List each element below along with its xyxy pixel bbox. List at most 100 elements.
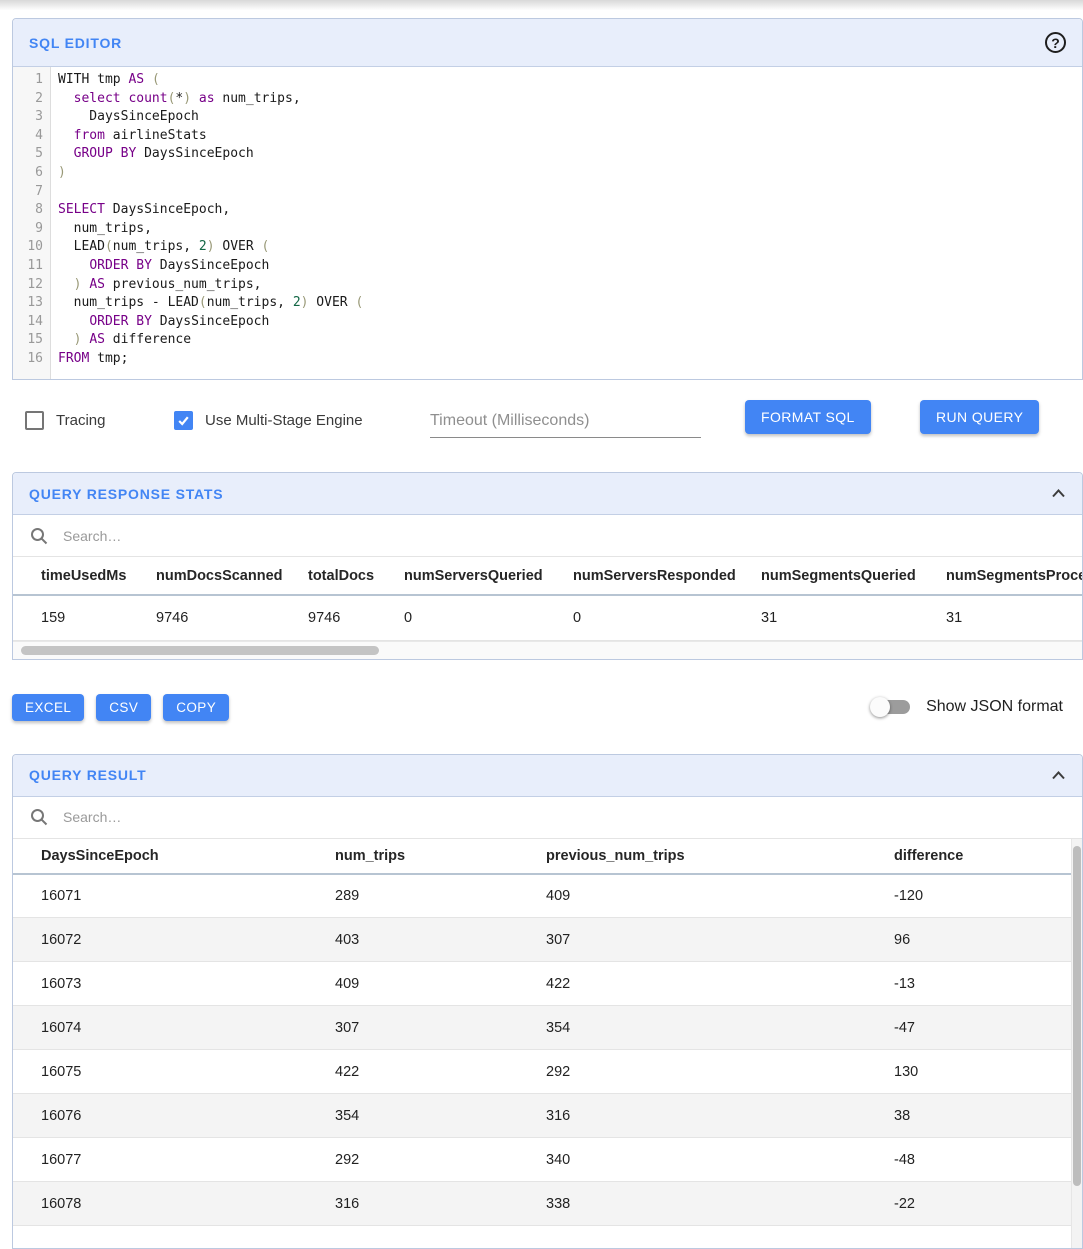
table-cell: 31: [761, 595, 946, 640]
multistage-checkbox-box[interactable]: [174, 411, 193, 430]
table-cell: -120: [894, 874, 1071, 918]
code-line: FROM tmp;: [58, 350, 1082, 369]
line-number: 16: [13, 350, 43, 369]
table-cell: -13: [894, 962, 1071, 1006]
result-title: QUERY RESULT: [29, 767, 146, 783]
stats-search-row: [13, 515, 1082, 557]
line-number: 2: [13, 90, 43, 109]
tracing-checkbox-box[interactable]: [25, 411, 44, 430]
code-line: num_trips,: [58, 220, 1082, 239]
column-header[interactable]: num_trips: [335, 839, 546, 874]
table-row: 16071289409-120: [13, 874, 1071, 918]
column-header[interactable]: previous_num_trips: [546, 839, 894, 874]
line-number: 4: [13, 127, 43, 146]
code-line: WITH tmp AS (: [58, 71, 1082, 90]
horizontal-scrollbar-thumb[interactable]: [21, 646, 379, 655]
code-line: ) AS difference: [58, 331, 1082, 350]
table-cell: 16075: [13, 1050, 335, 1094]
query-response-stats-card: QUERY RESPONSE STATS timeUsedMsnumDocsSc…: [12, 472, 1083, 660]
excel-button[interactable]: EXCEL: [12, 694, 84, 721]
code-line: select count(*) as num_trips,: [58, 90, 1082, 109]
table-cell: 16074: [13, 1006, 335, 1050]
table-cell: 354: [335, 1094, 546, 1138]
table-cell: 307: [546, 918, 894, 962]
table-row: 15997469746003131: [13, 595, 1082, 640]
code-line: SELECT DaysSinceEpoch,: [58, 201, 1082, 220]
timeout-input[interactable]: [430, 408, 701, 438]
column-header[interactable]: totalDocs: [308, 557, 404, 595]
column-header[interactable]: DaysSinceEpoch: [13, 839, 335, 874]
table-cell: 16071: [13, 874, 335, 918]
code-line: num_trips - LEAD(num_trips, 2) OVER (: [58, 294, 1082, 313]
table-cell: 130: [894, 1050, 1071, 1094]
line-number: 1: [13, 71, 43, 90]
collapse-stats-button[interactable]: [1051, 488, 1066, 499]
table-row: 16075422292130: [13, 1050, 1071, 1094]
result-search-input[interactable]: [61, 808, 1066, 826]
table-cell: 316: [335, 1182, 546, 1226]
table-row: 16077292340-48: [13, 1138, 1071, 1182]
copy-button[interactable]: COPY: [163, 694, 229, 721]
column-header[interactable]: numSegmentsQueried: [761, 557, 946, 595]
result-header: QUERY RESULT: [13, 755, 1082, 797]
vertical-scrollbar-thumb[interactable]: [1073, 846, 1081, 1186]
table-cell: 307: [335, 1006, 546, 1050]
line-number: 9: [13, 220, 43, 239]
result-header-row: DaysSinceEpochnum_tripsprevious_num_trip…: [13, 839, 1071, 874]
code-line: from airlineStats: [58, 127, 1082, 146]
column-header[interactable]: timeUsedMs: [13, 557, 156, 595]
line-number: 13: [13, 294, 43, 313]
horizontal-scrollbar[interactable]: [13, 641, 1082, 659]
help-icon[interactable]: ?: [1045, 32, 1066, 53]
vertical-scrollbar[interactable]: [1071, 839, 1082, 1249]
code-line: [58, 183, 1082, 202]
table-cell: -48: [894, 1138, 1071, 1182]
result-search-row: [13, 797, 1082, 839]
query-result-card: QUERY RESULT DaysSinceEpochnum_tripsprev…: [12, 754, 1083, 1249]
tracing-checkbox[interactable]: Tracing: [25, 411, 105, 430]
code-line: ORDER BY DaysSinceEpoch: [58, 257, 1082, 276]
column-header[interactable]: numServersResponded: [573, 557, 761, 595]
table-row: 1607240330796: [13, 918, 1071, 962]
stats-header-row: timeUsedMsnumDocsScannedtotalDocsnumServ…: [13, 557, 1082, 595]
table-row: 16074307354-47: [13, 1006, 1071, 1050]
line-number: 12: [13, 276, 43, 295]
column-header[interactable]: difference: [894, 839, 1071, 874]
sql-editor-title: SQL EDITOR: [29, 35, 122, 51]
table-cell: -47: [894, 1006, 1071, 1050]
stats-table: timeUsedMsnumDocsScannedtotalDocsnumServ…: [13, 557, 1082, 641]
table-row: 16078316338-22: [13, 1182, 1071, 1226]
line-number: 6: [13, 164, 43, 183]
column-header[interactable]: numDocsScanned: [156, 557, 308, 595]
chevron-up-icon: [1051, 770, 1066, 781]
show-json-toggle[interactable]: [870, 695, 916, 719]
table-cell: 16073: [13, 962, 335, 1006]
sql-code-lines: WITH tmp AS ( select count(*) as num_tri…: [51, 67, 1082, 379]
format-sql-button[interactable]: FORMAT SQL: [745, 400, 871, 434]
collapse-result-button[interactable]: [1051, 770, 1066, 781]
code-line: DaysSinceEpoch: [58, 108, 1082, 127]
column-header[interactable]: numSegmentsProcessed: [946, 557, 1082, 595]
table-cell: 96: [894, 918, 1071, 962]
show-json-label: Show JSON format: [926, 698, 1063, 716]
multistage-checkbox[interactable]: Use Multi-Stage Engine: [174, 411, 363, 430]
sql-editor-header: SQL EDITOR ?: [13, 19, 1082, 67]
search-icon: [29, 526, 49, 546]
sql-code-editor[interactable]: 12345678910111213141516 WITH tmp AS ( se…: [13, 67, 1082, 379]
stats-search-input[interactable]: [61, 527, 1066, 545]
table-cell: 16078: [13, 1182, 335, 1226]
column-header[interactable]: numServersQueried: [404, 557, 573, 595]
code-line: ): [58, 164, 1082, 183]
table-cell: 16077: [13, 1138, 335, 1182]
table-row: 16073409422-13: [13, 962, 1071, 1006]
table-cell: 354: [546, 1006, 894, 1050]
line-number: 14: [13, 313, 43, 332]
table-cell: 16072: [13, 918, 335, 962]
csv-button[interactable]: CSV: [96, 694, 151, 721]
code-line: ) AS previous_num_trips,: [58, 276, 1082, 295]
line-number: 11: [13, 257, 43, 276]
run-query-button[interactable]: RUN QUERY: [920, 400, 1039, 434]
query-controls-row: Tracing Use Multi-Stage Engine FORMAT SQ…: [0, 400, 1083, 442]
top-appbar-shadow: [0, 0, 1083, 10]
table-cell: 159: [13, 595, 156, 640]
